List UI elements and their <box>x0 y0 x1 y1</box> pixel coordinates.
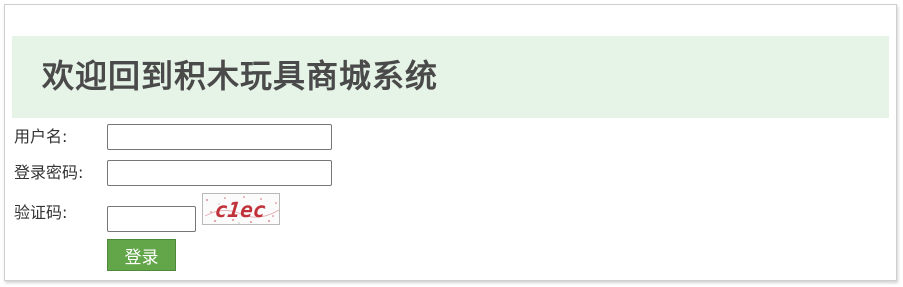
username-label: 用户名: <box>14 127 68 146</box>
password-label: 登录密码: <box>14 163 84 182</box>
username-input[interactable] <box>107 124 332 150</box>
captcha-image[interactable]: c1ec <box>202 193 280 225</box>
login-button[interactable]: 登录 <box>107 239 176 271</box>
captcha-label: 验证码: <box>14 203 68 222</box>
page-title: 欢迎回到积木玩具商城系统 <box>42 57 439 95</box>
captcha-noise-graphic: c1ec <box>204 196 279 224</box>
header-banner: 欢迎回到积木玩具商城系统 <box>12 36 889 118</box>
password-input[interactable] <box>107 160 332 186</box>
captcha-input[interactable] <box>107 206 196 232</box>
captcha-text: c1ec <box>214 197 267 222</box>
